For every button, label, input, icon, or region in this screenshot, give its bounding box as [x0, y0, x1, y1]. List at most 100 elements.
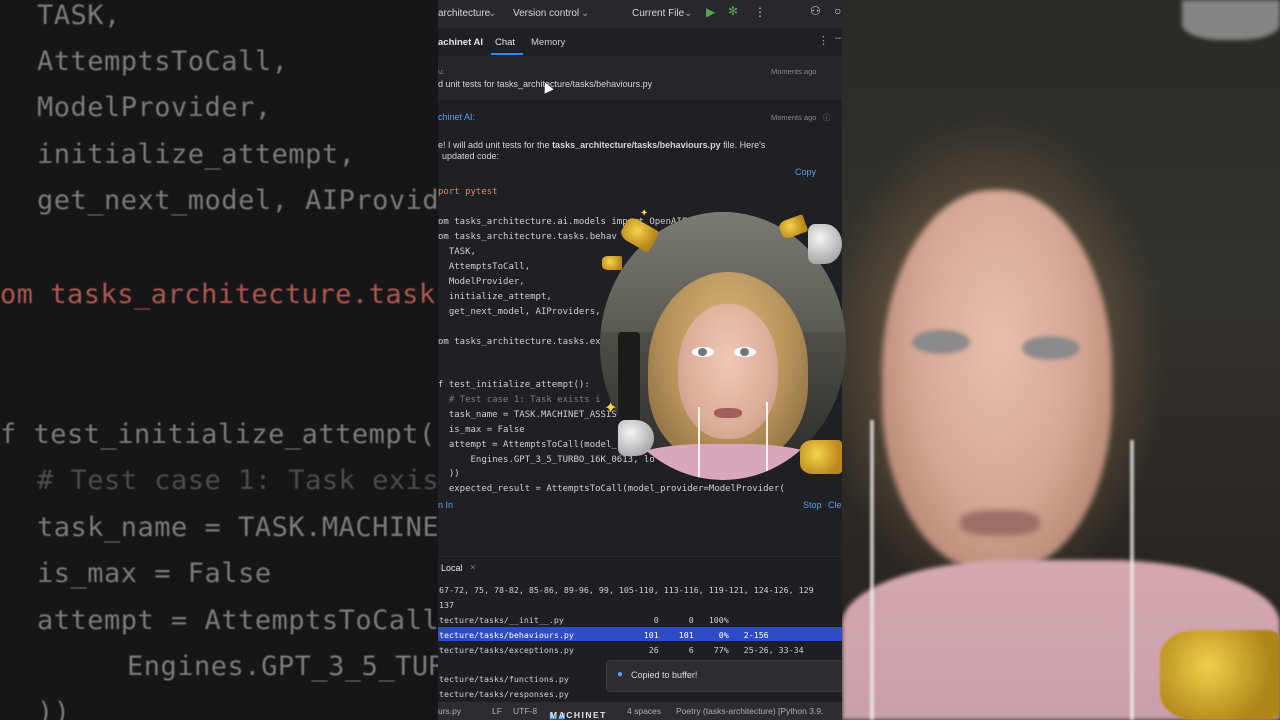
status-encoding[interactable]: UTF-8	[513, 706, 537, 716]
terminal-line: tecture/tasks/exceptions.py 26 6 77% 25-…	[439, 645, 804, 655]
earphone-cable	[698, 407, 700, 480]
status-file[interactable]: urs.py	[438, 706, 461, 716]
toast-text: Copied to buffer!	[631, 670, 698, 680]
webcam-shirt	[620, 444, 830, 480]
background-code-panel: TASK, AttemptsToCall, ModelProvider, ini…	[0, 0, 438, 720]
tab-memory[interactable]: Memory	[531, 37, 565, 48]
code-line-text: port pytest	[438, 187, 498, 197]
background-eye	[1022, 336, 1080, 360]
bg-code-line: get_next_model, AIProvid	[37, 185, 438, 216]
bg-code-line: is_max = False	[37, 558, 272, 589]
bg-code-line: f test_initialize_attempt(	[0, 419, 436, 450]
notification-toast[interactable]: ● Copied to buffer!	[606, 660, 842, 692]
info-icon[interactable]: ⓘ	[823, 112, 831, 123]
copy-button[interactable]: Copy	[795, 167, 816, 177]
ai-intro-text: file. Here's	[720, 140, 766, 150]
chevron-down-icon[interactable]: ⌄	[684, 8, 692, 19]
megaphone-icon	[618, 420, 654, 456]
background-mouth	[960, 510, 1040, 536]
ai-intro-text: e! I will add unit tests for the	[438, 140, 553, 150]
code-line: attempt = AttemptsToCall(model_	[438, 440, 617, 450]
user-message: u: Moments ago d unit tests for tasks_ar…	[438, 56, 842, 100]
chevron-down-icon[interactable]: ⌄	[581, 8, 589, 19]
vcs-selector[interactable]: Version control	[513, 8, 579, 19]
more-icon[interactable]: ⋮	[754, 5, 766, 19]
code-line: initialize_attempt,	[438, 292, 552, 302]
background-eye	[912, 330, 970, 354]
megaphone-icon	[1182, 0, 1280, 40]
code-line: task_name = TASK.MACHINET_ASSIS	[438, 410, 617, 420]
brand-text: MACHINET	[550, 710, 607, 720]
tab-plugin[interactable]: achinet AI	[438, 37, 483, 48]
bg-code-line: attempt = AttemptsToCall	[37, 605, 438, 636]
party-horn-icon	[1160, 630, 1280, 720]
bg-code-line: initialize_attempt,	[37, 139, 356, 170]
code-line: f test_initialize_attempt():	[438, 380, 590, 390]
bg-code-line: Engines.GPT_3_5_TURB	[60, 651, 438, 682]
code-line: expected_result = AttemptsToCall(model_p…	[438, 484, 785, 494]
bg-code-line: ))	[37, 697, 71, 720]
user-timestamp: Moments ago	[771, 67, 817, 76]
ai-intro-file: tasks_architecture/tasks/behaviours.py	[552, 140, 721, 150]
bg-code-line: # Test case 1: Task exis	[37, 465, 438, 496]
info-icon: ●	[617, 669, 624, 680]
ai-timestamp: Moments ago	[771, 113, 817, 122]
code-line: # Test case 1: Task exists i	[438, 395, 601, 405]
party-horn-icon	[602, 256, 622, 270]
tab-chat[interactable]: Chat	[495, 37, 515, 48]
code-line: om tasks_architecture.tasks.ex	[438, 337, 601, 347]
earphone-cable	[870, 420, 874, 720]
search-icon[interactable]: ○	[834, 4, 841, 18]
terminal-line: 137	[439, 600, 454, 610]
project-selector[interactable]: architecture	[438, 8, 490, 19]
sparkle-icon: ✦	[604, 398, 618, 417]
bg-code-line: task_name = TASK.MACHINE	[37, 512, 438, 543]
terminal-line: tecture/tasks/__init__.py 0 0 100%	[439, 615, 729, 625]
user-label: u:	[438, 67, 445, 76]
chevron-down-icon[interactable]: ⌄	[488, 8, 496, 19]
chat-actions: n In Stop Cle	[438, 497, 842, 513]
more-icon[interactable]: ⋮	[818, 34, 829, 47]
status-line-separator[interactable]: LF	[492, 706, 502, 716]
terminal-line: 67-72, 75, 78-82, 85-86, 89-96, 99, 105-…	[439, 585, 814, 595]
terminal-line: tecture/tasks/responses.py	[439, 689, 569, 699]
code-line: ModelProvider,	[438, 277, 525, 287]
bg-code-line: AttemptsToCall,	[37, 46, 289, 77]
insert-button[interactable]: n In	[438, 500, 453, 510]
ai-label: chinet AI:	[438, 112, 476, 122]
ai-intro-text: updated code:	[442, 151, 500, 161]
ai-intro: e! I will add unit tests for the tasks_a…	[438, 140, 818, 162]
add-user-icon[interactable]: ⚇	[810, 4, 821, 18]
earphone-cable	[766, 402, 768, 480]
terminal-line: tecture/tasks/behaviours.py 101 101 0% 2…	[439, 630, 769, 640]
code-line: is_max = False	[438, 425, 525, 435]
active-tab-indicator	[491, 53, 523, 55]
code-line: ))	[438, 469, 460, 479]
minimize-icon[interactable]: –	[835, 32, 841, 44]
earphone-cable	[1130, 440, 1134, 720]
bg-code-line: ModelProvider,	[37, 92, 272, 123]
code-line: get_next_model, AIProviders,	[438, 307, 601, 317]
run-config-selector[interactable]: Current File	[632, 8, 684, 19]
background-camera-panel	[842, 0, 1280, 720]
sparkle-icon: ✦	[640, 208, 649, 219]
stop-button[interactable]: Stop	[803, 500, 822, 510]
code-line: om tasks_architecture.tasks.behav	[438, 232, 617, 242]
close-icon[interactable]: ×	[470, 563, 475, 573]
tab-local[interactable]: Local	[441, 563, 463, 573]
run-icon[interactable]: ▶	[706, 5, 715, 19]
webcam-eye	[692, 347, 714, 357]
ide-toolbar: architecture ⌄ Version control ⌄ Current…	[438, 0, 842, 28]
debug-icon[interactable]: ✻	[728, 4, 738, 18]
clear-button[interactable]: Cle	[828, 500, 842, 510]
code-line: port pytest	[438, 187, 498, 197]
status-indent[interactable]: 4 spaces	[627, 706, 661, 716]
webcam-eye	[734, 347, 756, 357]
terminal-line: tecture/tasks/functions.py	[439, 674, 569, 684]
code-line: TASK,	[438, 247, 476, 257]
party-horn-icon	[800, 440, 842, 474]
status-interpreter[interactable]: Poetry (tasks-architecture) [Python 3.9.	[676, 706, 823, 716]
webcam-face	[678, 304, 778, 439]
bg-code-line: TASK,	[37, 0, 121, 31]
megaphone-icon	[808, 224, 842, 264]
